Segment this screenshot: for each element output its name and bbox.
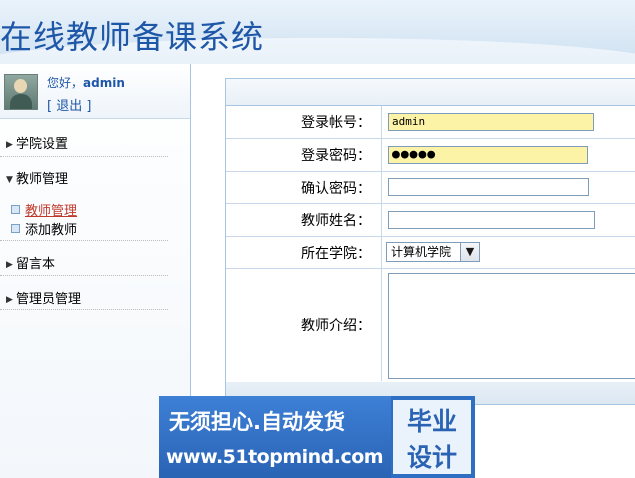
greeting-prefix: 您好， (47, 76, 84, 90)
triangle-right-icon: ▶ (6, 140, 13, 150)
divider (0, 156, 168, 157)
submenu-item-label: 添加教师 (25, 223, 78, 238)
form-header-band (226, 79, 635, 106)
form-row-confirm-password: 确认密码： (226, 172, 635, 204)
college-select-value: 计算机学院 (391, 245, 452, 259)
menu-item-label: 教师管理 (16, 172, 69, 187)
field-label: 教师姓名： (226, 204, 382, 236)
menu-item-college-settings[interactable]: ▶ 学院设置 (6, 133, 68, 152)
submenu-item-teacher-management[interactable]: 教师管理 (11, 200, 77, 219)
form-row-college: 所在学院： 计算机学院 ▼ (226, 237, 635, 269)
divider (0, 275, 168, 276)
triangle-right-icon: ▶ (6, 260, 13, 270)
menu-item-guestbook[interactable]: ▶ 留言本 (6, 253, 55, 272)
account-input[interactable]: admin (388, 113, 594, 131)
teacher-form: 登录帐号： admin 登录密码： ●●●●● 确认密码： 教师姓名： 所在学院… (225, 78, 635, 405)
field-label: 教师介绍： (226, 269, 382, 381)
form-row-teacher-name: 教师姓名： (226, 204, 635, 237)
logout-link[interactable]: [ 退出 ] (47, 95, 91, 114)
field-label: 登录帐号： (226, 106, 382, 138)
greeting: 您好，admin (47, 74, 125, 91)
divider (0, 240, 168, 241)
menu-item-label: 学院设置 (16, 137, 69, 152)
field-label: 所在学院： (226, 237, 382, 268)
square-bullet-icon (11, 205, 20, 214)
confirm-password-input[interactable] (388, 178, 589, 196)
password-input[interactable]: ●●●●● (388, 146, 588, 164)
user-box: 您好，admin [ 退出 ] (0, 64, 190, 119)
square-bullet-icon (11, 224, 20, 233)
watermark-badge-line1: 毕业 (406, 407, 457, 436)
menu-item-teacher-management[interactable]: ▼ 教师管理 (6, 168, 68, 187)
menu-item-label: 管理员管理 (16, 292, 82, 307)
teacher-name-input[interactable] (388, 211, 595, 229)
triangle-down-icon: ▼ (6, 175, 13, 185)
avatar (4, 74, 38, 110)
chevron-down-icon: ▼ (460, 243, 479, 261)
avatar-head (14, 79, 27, 93)
watermark-banner: 无须担心.自动发货 www.51topmind.com 毕业 设计 (159, 396, 475, 478)
college-select[interactable]: 计算机学院 ▼ (386, 242, 480, 262)
form-row-password: 登录密码： ●●●●● (226, 139, 635, 172)
app-title: 在线教师备课系统 (0, 18, 265, 56)
watermark-badge-line2: 设计 (406, 443, 457, 472)
divider (0, 309, 168, 310)
header-banner: 在线教师备课系统 (0, 0, 635, 64)
triangle-right-icon: ▶ (6, 295, 13, 305)
watermark-url: www.51topmind.com (166, 446, 384, 468)
form-row-introduction: 教师介绍： (226, 269, 635, 381)
form-row-account: 登录帐号： admin (226, 106, 635, 139)
field-label: 确认密码： (226, 172, 382, 203)
watermark-slogan: 无须担心.自动发货 (169, 410, 345, 434)
watermark-left: 无须担心.自动发货 www.51topmind.com (159, 396, 391, 478)
menu-item-label: 留言本 (16, 257, 56, 272)
submenu-item-add-teacher[interactable]: 添加教师 (11, 219, 77, 238)
submenu-item-label: 教师管理 (25, 204, 78, 219)
username: admin (83, 76, 125, 90)
menu-item-admin-management[interactable]: ▶ 管理员管理 (6, 288, 81, 307)
avatar-body (10, 94, 32, 109)
teacher-intro-textarea[interactable] (388, 273, 635, 379)
watermark-badge: 毕业 设计 (393, 400, 471, 474)
field-label: 登录密码： (226, 139, 382, 171)
